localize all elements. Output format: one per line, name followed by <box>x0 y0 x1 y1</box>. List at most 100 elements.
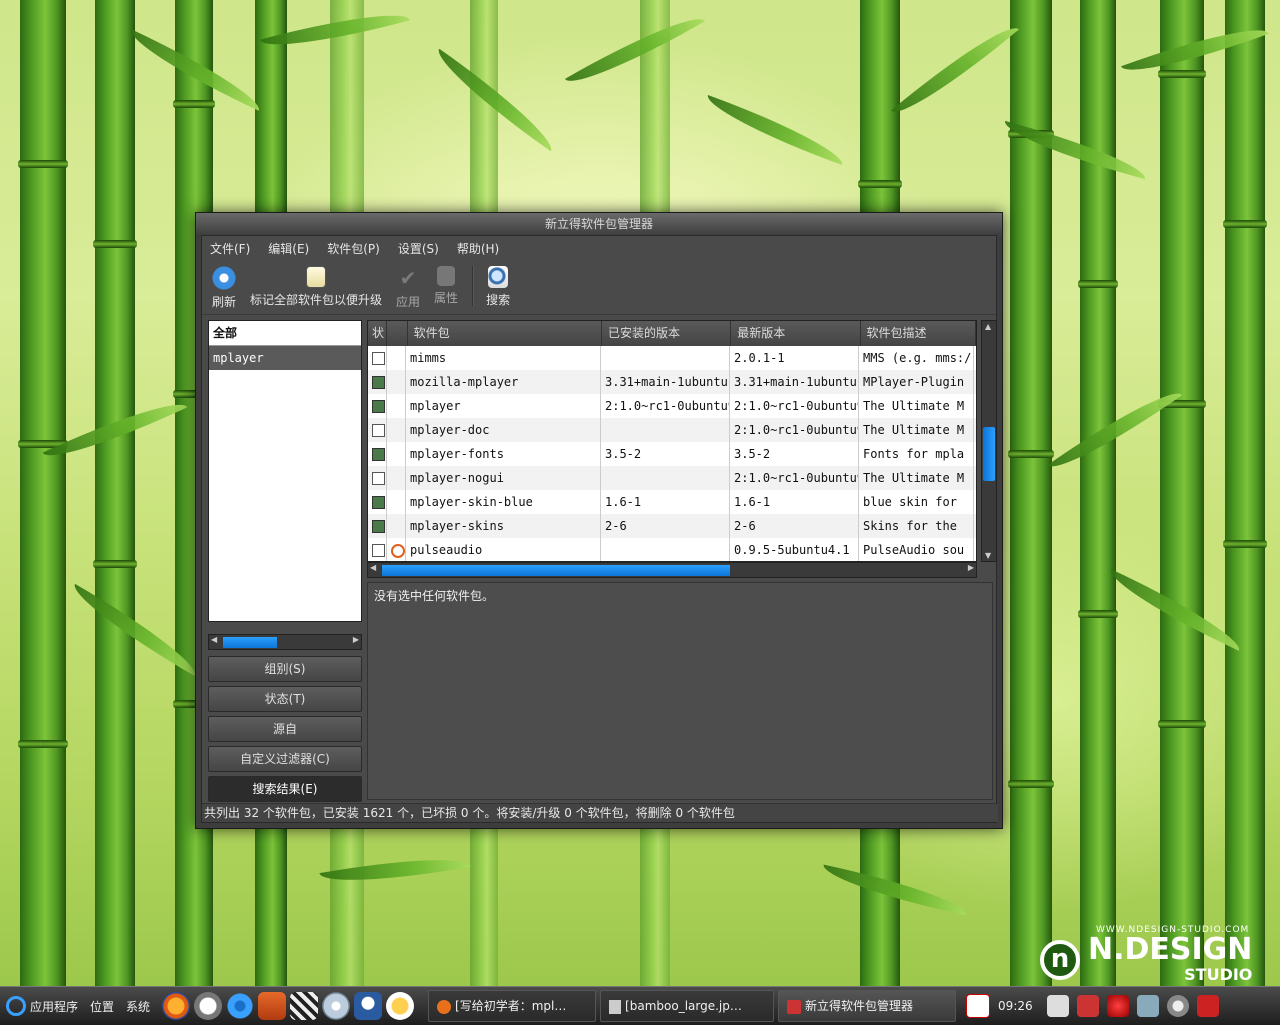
table-hscrollbar[interactable]: ◀ ▶ <box>367 562 977 578</box>
package-checkbox[interactable] <box>372 544 385 557</box>
col-installed-header[interactable]: 已安装的版本 <box>602 321 732 346</box>
clock[interactable]: 09:26 <box>998 999 1033 1013</box>
table-row[interactable]: mplayer-skins 2-6 2-6 Skins for the <box>368 514 976 538</box>
table-row[interactable]: mimms 2.0.1-1 MMS (e.g. mms:/ <box>368 346 976 370</box>
search-results-button[interactable]: 搜索结果(E) <box>208 776 362 802</box>
scroll-left-arrow-icon[interactable]: ◀ <box>211 635 217 644</box>
package-checkbox[interactable] <box>372 520 385 533</box>
table-row[interactable]: mplayer-doc 2:1.0~rc1-0ubuntu9 The Ultimat… <box>368 418 976 442</box>
package-checkbox[interactable] <box>372 472 385 485</box>
filter-list-hscroll-thumb[interactable] <box>223 637 277 648</box>
menu-file[interactable]: 文件(F) <box>208 238 252 259</box>
description-cell: The Ultimate M <box>859 394 974 418</box>
show-desktop-icon[interactable] <box>1196 995 1219 1017</box>
places-menu[interactable]: 位置 <box>90 998 114 1015</box>
col-status-header[interactable]: 状 <box>368 321 387 346</box>
package-description-pane: 没有选中任何软件包。 <box>367 582 993 800</box>
table-vscroll-thumb[interactable] <box>983 427 995 481</box>
filter-list-item[interactable]: mplayer <box>209 346 361 370</box>
properties-button[interactable]: 属性 <box>434 260 458 306</box>
chat-icon[interactable] <box>386 992 415 1020</box>
col-support-header[interactable] <box>387 321 408 346</box>
installed-version-cell <box>601 466 730 490</box>
scroll-up-arrow-icon[interactable]: ▲ <box>985 322 991 331</box>
description-text: 没有选中任何软件包。 <box>374 589 495 603</box>
ubuntu-menu-icon[interactable] <box>6 996 26 1016</box>
table-row[interactable]: mozilla-mplayer 3.31+main-1ubuntu 3.31+mai… <box>368 370 976 394</box>
status-button[interactable]: 状态(T) <box>208 686 362 712</box>
package-checkbox-cell[interactable] <box>368 466 387 490</box>
taskbar-item-browser[interactable]: [写给初学者：mpl… <box>428 990 597 1022</box>
package-checkbox-cell[interactable] <box>368 418 387 442</box>
menu-edit[interactable]: 编辑(E) <box>266 238 311 259</box>
hscroll-left-arrow-icon[interactable]: ◀ <box>370 563 376 572</box>
media-player-icon[interactable] <box>322 992 351 1020</box>
package-checkbox-cell[interactable] <box>368 346 387 370</box>
menu-package[interactable]: 软件包(P) <box>325 238 382 259</box>
apply-button[interactable]: ✔ 应用 <box>396 260 420 310</box>
col-description-header[interactable]: 软件包描述 <box>861 321 976 346</box>
col-package-header[interactable]: 软件包 <box>408 321 602 346</box>
ruby-tray-icon[interactable] <box>1106 995 1129 1017</box>
groups-button[interactable]: 组别(S) <box>208 656 362 682</box>
package-checkbox[interactable] <box>372 376 385 389</box>
network-clock-icon[interactable] <box>194 992 223 1020</box>
scroll-down-arrow-icon[interactable]: ▼ <box>985 551 991 560</box>
table-vscrollbar[interactable]: ▲ ▼ <box>981 320 997 562</box>
col-latest-header[interactable]: 最新版本 <box>731 321 861 346</box>
system-menu[interactable]: 系统 <box>126 998 150 1015</box>
table-row[interactable]: mplayer-nogui 2:1.0~rc1-0ubuntu9 The Ultim… <box>368 466 976 490</box>
menu-help[interactable]: 帮助(H) <box>455 238 501 259</box>
package-checkbox-cell[interactable] <box>368 370 387 394</box>
package-checkbox-cell[interactable] <box>368 514 387 538</box>
description-cell: Fonts for mpla <box>859 442 974 466</box>
reload-button[interactable]: 刷新 <box>212 260 236 310</box>
mark-all-label: 标记全部软件包以便升级 <box>250 293 383 307</box>
menu-settings[interactable]: 设置(S) <box>396 238 441 259</box>
origin-button[interactable]: 源自 <box>208 716 362 742</box>
filter-list-header[interactable]: 全部 <box>209 321 361 346</box>
volume-icon[interactable] <box>1166 995 1189 1017</box>
reload-label: 刷新 <box>212 295 237 309</box>
package-checkbox[interactable] <box>372 352 385 365</box>
package-checkbox[interactable] <box>372 424 385 437</box>
input-method-tray-icon[interactable] <box>1076 995 1099 1017</box>
search-button[interactable]: 搜索 <box>486 260 510 308</box>
support-cell <box>387 418 406 442</box>
custom-filters-button[interactable]: 自定义过滤器(C) <box>208 746 362 772</box>
installed-version-cell: 2-6 <box>601 514 730 538</box>
penguin-icon[interactable] <box>354 992 383 1020</box>
package-checkbox[interactable] <box>372 448 385 461</box>
home-folder-icon[interactable] <box>258 992 287 1020</box>
filter-list-hscrollbar[interactable]: ◀ ▶ <box>208 634 362 650</box>
task-label: [写给初学者：mpl… <box>455 999 567 1013</box>
package-checkbox[interactable] <box>372 496 385 509</box>
package-checkbox-cell[interactable] <box>368 394 387 418</box>
keyboard-tray-icon[interactable] <box>1046 995 1069 1017</box>
firefox-icon[interactable] <box>162 992 191 1020</box>
mark-all-upgrades-button[interactable]: 标记全部软件包以便升级 <box>250 260 382 308</box>
network-tray-icon[interactable] <box>1136 995 1159 1017</box>
table-row[interactable]: pulseaudio 0.9.5-5ubuntu4.1 PulseAudio sou <box>368 538 976 561</box>
settings-gear-icon[interactable] <box>226 992 255 1020</box>
package-checkbox-cell[interactable] <box>368 442 387 466</box>
package-checkbox-cell[interactable] <box>368 490 387 514</box>
package-checkbox-cell[interactable] <box>368 538 387 561</box>
table-row[interactable]: mplayer-skin-blue 1.6-1 1.6-1 blue skin for <box>368 490 976 514</box>
logo-circle-icon: n <box>1040 939 1080 980</box>
table-row[interactable]: mplayer 2:1.0~rc1-0ubuntu9 2:1.0~rc1-0ubun… <box>368 394 976 418</box>
cards-tray-icon[interactable] <box>966 994 991 1018</box>
movie-clapper-icon[interactable] <box>290 992 319 1020</box>
package-checkbox[interactable] <box>372 400 385 413</box>
table-row[interactable]: mplayer-fonts 3.5-2 3.5-2 Fonts for mpla <box>368 442 976 466</box>
table-hscroll-thumb[interactable] <box>382 565 730 576</box>
applications-menu[interactable]: 应用程序 <box>30 998 78 1015</box>
scroll-right-arrow-icon[interactable]: ▶ <box>353 635 359 644</box>
installed-version-cell <box>601 418 730 442</box>
window-titlebar[interactable]: 新立得软件包管理器 <box>196 213 1002 235</box>
hscroll-right-arrow-icon[interactable]: ▶ <box>968 563 974 572</box>
taskbar-item-image[interactable]: [bamboo_large.jp… <box>600 990 775 1022</box>
installed-version-cell <box>601 538 730 561</box>
status-text: 共列出 32 个软件包，已安装 1621 个，已坏损 0 个。将安装/升级 0 … <box>204 806 735 820</box>
taskbar-item-synaptic[interactable]: 新立得软件包管理器 <box>778 990 957 1022</box>
